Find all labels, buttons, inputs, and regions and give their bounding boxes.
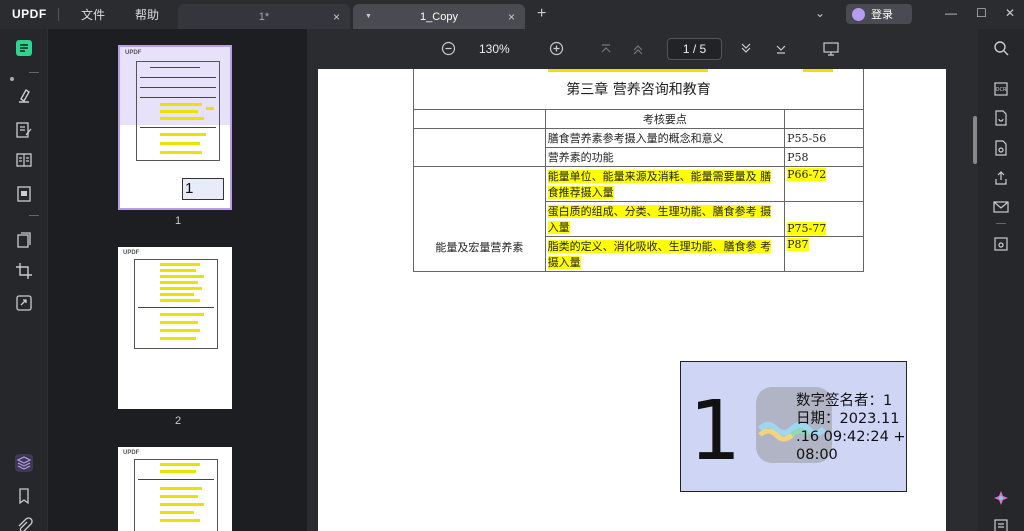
slideshow-icon[interactable]	[823, 42, 839, 56]
convert-file-icon[interactable]	[993, 110, 1009, 126]
updf-window: UPDF 文件 帮助 1* × ▼ 1_Copy × + ⌄ 登录 — ☐ ✕	[0, 0, 1024, 531]
category-cell: 能量及宏量营养素	[413, 166, 546, 272]
organize-icon[interactable]	[15, 151, 33, 169]
attachment-icon[interactable]	[15, 517, 33, 531]
properties-icon[interactable]	[993, 519, 1009, 531]
login-label: 登录	[871, 9, 893, 21]
title-bar: UPDF 文件 帮助 1* × ▼ 1_Copy × + ⌄ 登录 — ☐ ✕	[0, 0, 1024, 29]
first-page-icon[interactable]	[599, 42, 613, 56]
maximize-button[interactable]: ☐	[976, 6, 987, 20]
zoom-level[interactable]: 130%	[479, 42, 510, 56]
zoom-out-icon[interactable]	[441, 41, 456, 56]
page-thumbnail-2[interactable]: UPDF	[118, 247, 232, 409]
protect-icon[interactable]	[993, 140, 1009, 156]
layers-icon[interactable]	[15, 454, 33, 472]
page-ref: P66-72	[784, 166, 864, 202]
page-number-1: 1	[175, 215, 182, 227]
signature-details: 数字签名者：1 日期：2023.11 .16 09:42:24 + 08:00	[796, 393, 906, 463]
email-icon[interactable]	[993, 199, 1009, 215]
column-header: 考核要点	[544, 109, 786, 129]
new-tab-button[interactable]: +	[537, 5, 546, 23]
table-row: 营养素的功能	[544, 147, 786, 167]
thumbnail-panel: UPDF 1 1 UPDF 2 UPDF	[47, 29, 307, 531]
page-number-2: 2	[175, 415, 182, 427]
search-icon[interactable]	[993, 40, 1009, 56]
vertical-scrollbar[interactable]	[973, 116, 977, 164]
page-indicator[interactable]: 1 / 5	[667, 38, 722, 60]
right-tool-rail: OCR	[978, 29, 1024, 531]
tab-1[interactable]: 1* ×	[178, 4, 350, 29]
document-viewer: 130% 1 / 5 第三章 营养咨询和教育 考核要点 膳食营养素参考摄入量的概…	[307, 29, 978, 531]
avatar-icon	[852, 7, 865, 21]
page-ref: P58	[784, 147, 864, 167]
login-button[interactable]: 登录	[846, 4, 912, 24]
app-logo[interactable]: UPDF	[12, 7, 47, 21]
page-thumbnail-1[interactable]: UPDF 1	[118, 45, 232, 210]
tab-close-icon[interactable]: ×	[508, 10, 515, 24]
tab-close-icon[interactable]: ×	[333, 10, 340, 24]
pdf-page[interactable]: 第三章 营养咨询和教育 考核要点 膳食营养素参考摄入量的概念和意义 P55-56…	[318, 69, 946, 531]
rail-indicator	[10, 77, 14, 81]
chevron-down-icon[interactable]: ⌄	[815, 6, 825, 20]
zoom-in-icon[interactable]	[549, 41, 564, 56]
edit-pdf-icon[interactable]	[15, 121, 33, 139]
table-row: 蛋白质的组成、分类、生理功能、膳食参考 摄入量	[544, 201, 786, 237]
share-icon[interactable]	[993, 170, 1009, 186]
table-row: 膳食营养素参考摄入量的概念和意义	[544, 128, 786, 148]
page-ref: P75-77	[784, 201, 864, 237]
last-page-icon[interactable]	[774, 42, 788, 56]
minimize-button[interactable]: —	[945, 6, 957, 20]
viewer-toolbar: 130% 1 / 5	[307, 29, 978, 69]
title-separator	[58, 8, 59, 21]
menu-help[interactable]: 帮助	[135, 6, 159, 23]
rail-divider	[996, 223, 1006, 224]
reader-icon[interactable]	[15, 39, 33, 57]
rail-divider	[29, 72, 39, 73]
form-icon[interactable]	[15, 185, 33, 203]
bookmark-icon[interactable]	[15, 487, 33, 505]
ai-assistant-icon[interactable]	[993, 490, 1009, 506]
table-row: 脂类的定义、消化吸收、生理功能、膳食参 考摄入量	[544, 236, 786, 272]
page-ref: P87	[784, 236, 864, 272]
close-window-button[interactable]: ✕	[1005, 6, 1015, 20]
tab-label: 1_Copy	[420, 10, 458, 23]
next-page-icon[interactable]	[739, 42, 753, 56]
digital-signature-field[interactable]: 1 数字签名者：1 日期：2023.11 .16 09:42:24 + 08:0…	[680, 361, 907, 492]
doc-table: 第三章 营养咨询和教育 考核要点 膳食营养素参考摄入量的概念和意义 P55-56…	[413, 69, 864, 272]
convert-icon[interactable]	[15, 294, 33, 312]
previous-page-icon[interactable]	[631, 42, 645, 56]
signature-number: 1	[689, 384, 742, 479]
pages-icon[interactable]	[15, 231, 33, 249]
page-ref: P55-56	[784, 128, 864, 148]
menu-file[interactable]: 文件	[81, 6, 105, 23]
ocr-icon[interactable]: OCR	[993, 81, 1009, 97]
table-row: 能量单位、能量来源及消耗、能量需要量及 膳食推荐摄入量	[544, 166, 786, 202]
chapter-title: 第三章 营养咨询和教育	[413, 69, 864, 110]
tab-1-copy[interactable]: ▼ 1_Copy ×	[353, 4, 525, 29]
crop-icon[interactable]	[15, 262, 33, 280]
svg-text:OCR: OCR	[996, 87, 1007, 93]
comment-icon[interactable]	[15, 87, 33, 105]
rail-divider	[29, 215, 39, 216]
left-tool-rail	[0, 29, 47, 531]
tab-label: 1*	[258, 10, 270, 23]
save-icon[interactable]	[993, 236, 1009, 252]
page-thumbnail-3[interactable]: UPDF	[118, 447, 232, 531]
